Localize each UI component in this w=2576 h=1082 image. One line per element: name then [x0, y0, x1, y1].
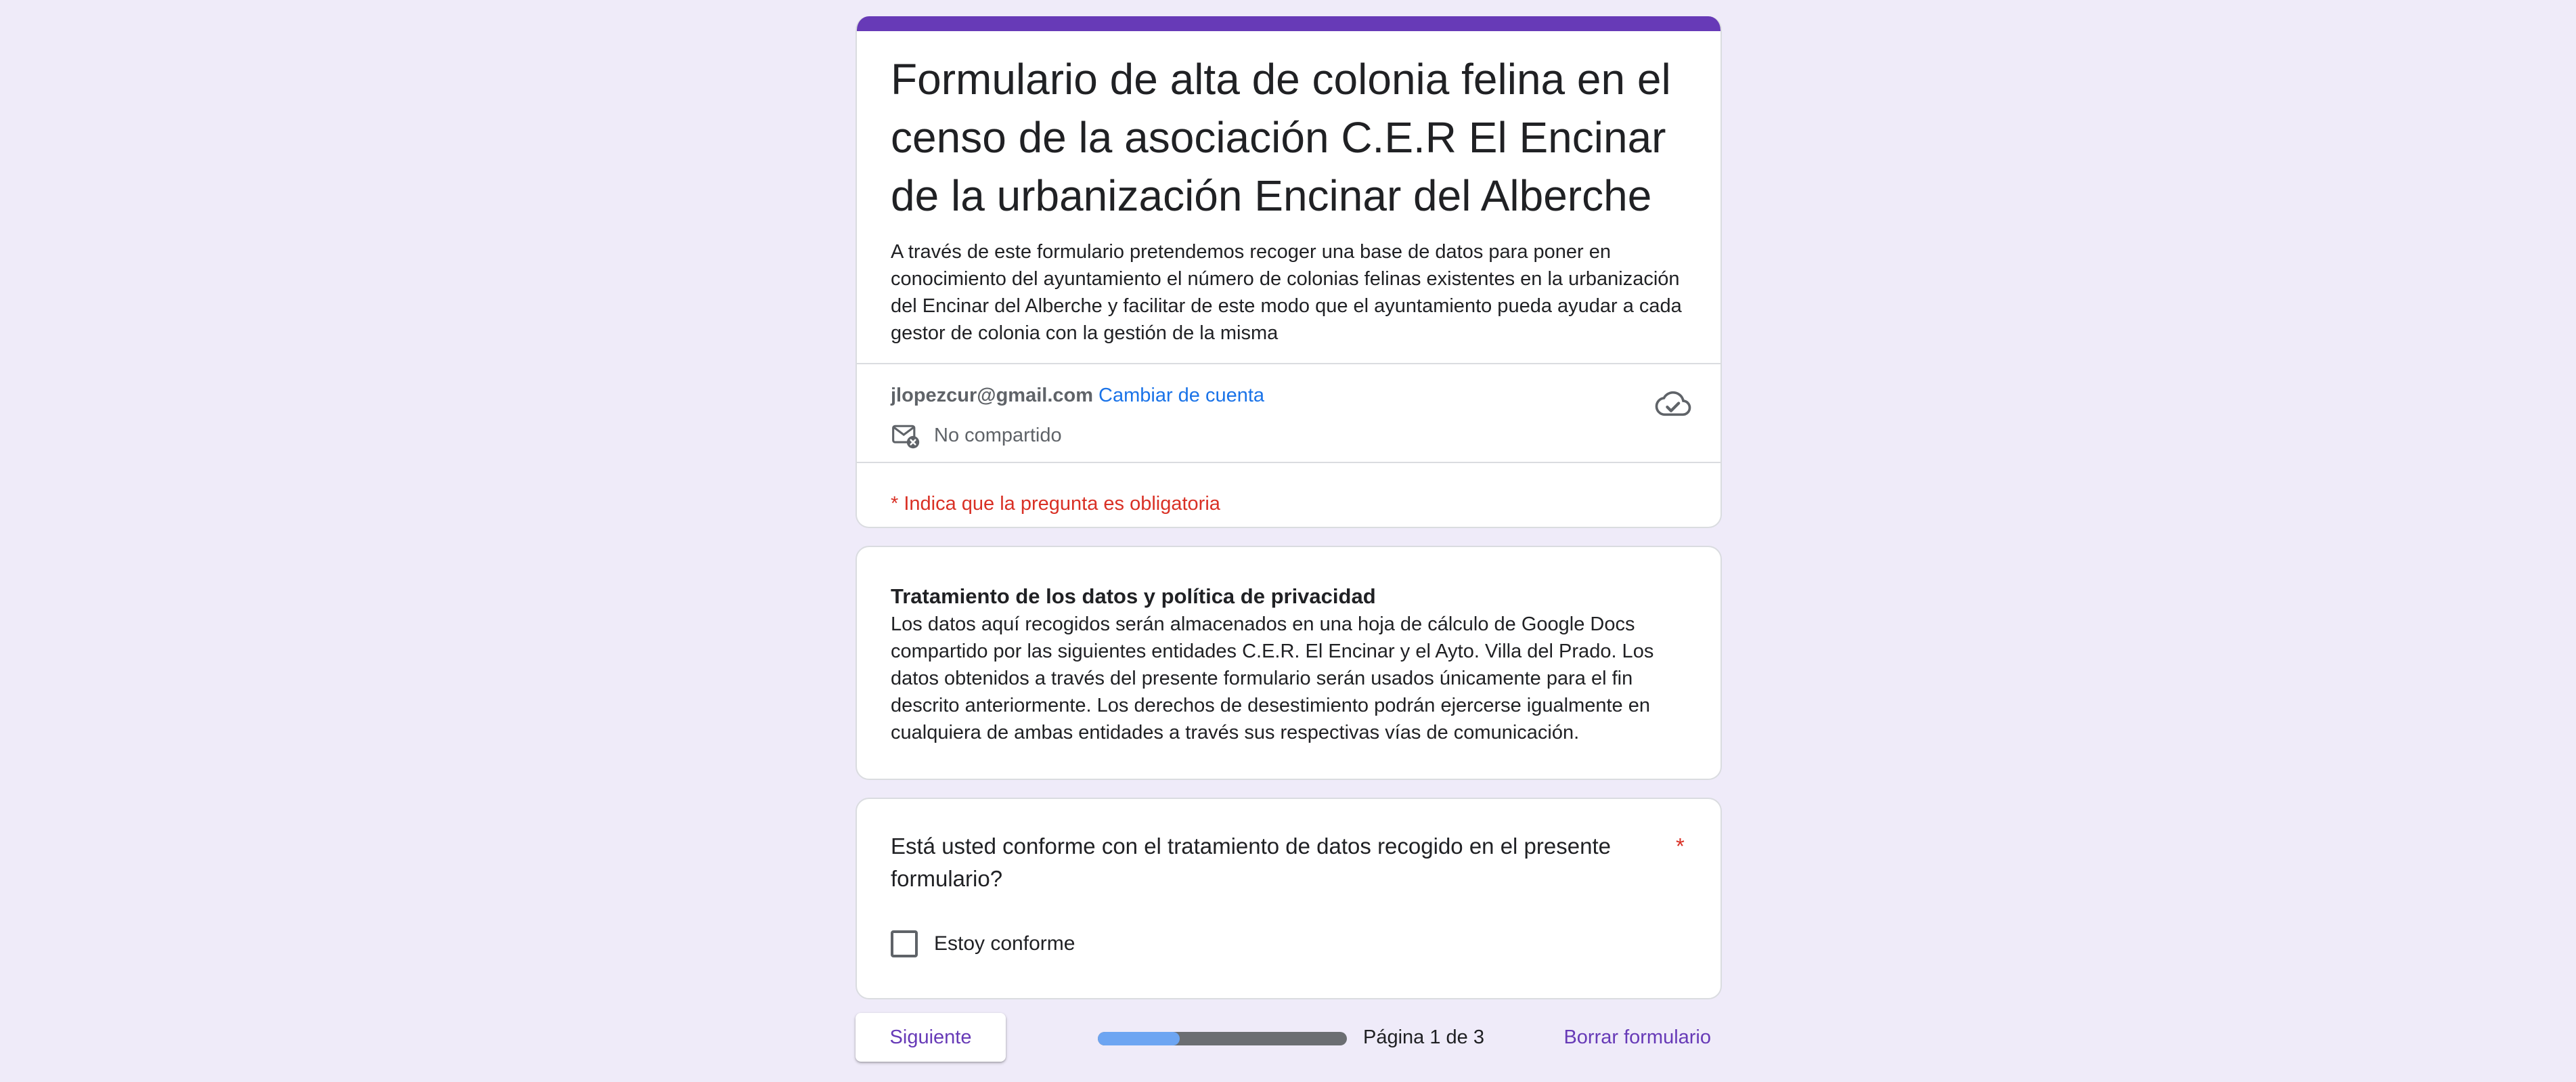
- cloud-done-icon[interactable]: [1654, 385, 1692, 423]
- required-note: * Indica que la pregunta es obligatoria: [891, 493, 1220, 515]
- form-title: Formulario de alta de colonia felina en …: [891, 55, 1671, 220]
- section-description: Los datos aquí recogidos serán almacenad…: [891, 613, 1654, 743]
- progress-bar-fill: [1098, 1032, 1180, 1045]
- form-column: Formulario de alta de colonia felina en …: [856, 16, 1722, 999]
- account-row: jlopezcur@gmail.com Cambiar de cuenta: [891, 382, 1264, 409]
- account-email: jlopezcur@gmail.com: [891, 385, 1094, 406]
- mail-not-shared-icon: [892, 425, 920, 449]
- form-footer: Siguiente Página 1 de 3 Borrar formulari…: [856, 1013, 1722, 1062]
- question-card: Está usted conforme con el tratamiento d…: [856, 798, 1722, 999]
- page-indicator: Página 1 de 3: [1363, 1026, 1484, 1048]
- form-header-card: Formulario de alta de colonia felina en …: [856, 16, 1722, 528]
- checkbox[interactable]: [891, 930, 918, 957]
- progress-bar: [1098, 1032, 1347, 1045]
- header-divider-bottom: [857, 462, 1720, 463]
- section-title: Tratamiento de los datos y política de p…: [891, 584, 1376, 608]
- header-accent-bar: [857, 16, 1720, 31]
- next-button[interactable]: Siguiente: [856, 1013, 1006, 1062]
- question-title: Está usted conforme con el tratamiento d…: [891, 834, 1611, 891]
- header-divider-top: [857, 363, 1720, 364]
- not-shared-row: No compartido: [891, 418, 1062, 452]
- checkbox-label[interactable]: Estoy conforme: [934, 932, 1075, 955]
- clear-form-button[interactable]: Borrar formulario: [1563, 1024, 1711, 1051]
- required-asterisk: *: [1676, 834, 1685, 859]
- switch-account-link[interactable]: Cambiar de cuenta: [1098, 385, 1264, 406]
- checkbox-option-estoy-conforme[interactable]: Estoy conforme: [891, 930, 1075, 957]
- privacy-section-card: Tratamiento de los datos y política de p…: [856, 546, 1722, 780]
- not-shared-label: No compartido: [934, 424, 1062, 446]
- form-description: A través de este formulario pretendemos …: [891, 241, 1682, 344]
